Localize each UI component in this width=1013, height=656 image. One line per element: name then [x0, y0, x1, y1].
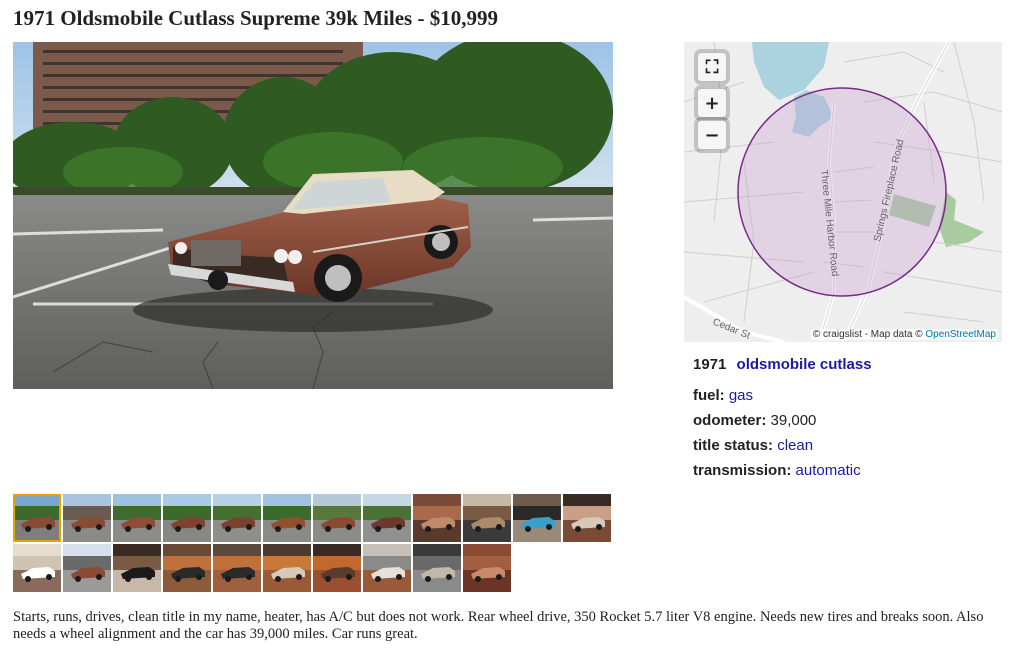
thumbnail-console[interactable]	[513, 494, 561, 542]
thumbnail-interior-rear[interactable]	[263, 544, 311, 592]
vehicle-attributes: 1971 oldsmobile cutlass fuel: gas odomet…	[693, 356, 872, 487]
thumbnail-seat[interactable]	[163, 544, 211, 592]
attr-year: 1971	[693, 356, 727, 373]
attr-title-status-value[interactable]: clean	[777, 437, 813, 454]
zoom-in-icon[interactable]: +	[697, 88, 727, 118]
thumbnail-dashboard[interactable]	[113, 544, 161, 592]
thumbnail-car-street[interactable]	[63, 544, 111, 592]
map-controls: ⛶ + −	[694, 52, 730, 152]
thumbnail-steering-wheel[interactable]	[463, 494, 511, 542]
attr-odometer-label: odometer:	[693, 412, 767, 429]
zoom-out-icon[interactable]: −	[697, 120, 727, 150]
thumbnail-rear-seats[interactable]	[313, 544, 361, 592]
map-attribution: © craigslist - Map data © OpenStreetMap	[810, 329, 998, 340]
attr-fuel-label: fuel:	[693, 387, 725, 404]
thumbnail-car-front[interactable]	[363, 494, 411, 542]
attr-fuel-value[interactable]: gas	[729, 387, 753, 404]
thumbnail-trunk-open[interactable]	[413, 494, 461, 542]
thumbnail-car-front-left[interactable]	[13, 494, 61, 542]
thumbnail-car-rear[interactable]	[213, 494, 261, 542]
attr-odometer: odometer: 39,000	[693, 412, 872, 429]
attr-odometer-value: 39,000	[770, 412, 817, 429]
thumbnail-car-rear-left[interactable]	[163, 494, 211, 542]
attr-title: 1971 oldsmobile cutlass	[693, 356, 872, 373]
map-tiles: Three Mile Harbor Road Springs Fireplace…	[684, 42, 1002, 342]
listing-description: Starts, runs, drives, clean title in my …	[13, 609, 984, 642]
attr-transmission: transmission: automatic	[693, 462, 872, 479]
fullscreen-icon[interactable]: ⛶	[697, 52, 727, 82]
thumbnail-fender-closeup[interactable]	[463, 544, 511, 592]
thumbnail-car-side-left[interactable]	[113, 494, 161, 542]
thumbnail-row-1	[13, 494, 613, 542]
thumbnail-engine-bay[interactable]	[413, 544, 461, 592]
thumbnail-car-side-building[interactable]	[63, 494, 111, 542]
listing-title: 1971 Oldsmobile Cutlass Supreme 39k Mile…	[13, 6, 498, 30]
attr-model-link[interactable]: oldsmobile cutlass	[737, 356, 872, 373]
main-photo[interactable]	[13, 42, 613, 389]
attr-transmission-label: transmission:	[693, 462, 792, 479]
thumbnail-car-side-right[interactable]	[263, 494, 311, 542]
openstreetmap-link[interactable]: OpenStreetMap	[925, 329, 996, 340]
thumbnail-door-panel[interactable]	[563, 494, 611, 542]
location-map[interactable]: Three Mile Harbor Road Springs Fireplace…	[684, 42, 1002, 342]
thumbnail-car-side-trees[interactable]	[313, 494, 361, 542]
map-attribution-text: © craigslist - Map data ©	[812, 329, 923, 340]
thumbnail-car-side-brown[interactable]	[363, 544, 411, 592]
thumbnail-gallery	[13, 494, 613, 594]
car-photo-image	[13, 42, 613, 389]
attr-transmission-value[interactable]: automatic	[796, 462, 861, 479]
thumbnail-roof-closeup[interactable]	[13, 544, 61, 592]
thumbnail-interior-front[interactable]	[213, 544, 261, 592]
attr-fuel: fuel: gas	[693, 387, 872, 404]
attr-title-status: title status: clean	[693, 437, 872, 454]
thumbnail-row-2	[13, 544, 613, 592]
attr-title-status-label: title status:	[693, 437, 774, 454]
